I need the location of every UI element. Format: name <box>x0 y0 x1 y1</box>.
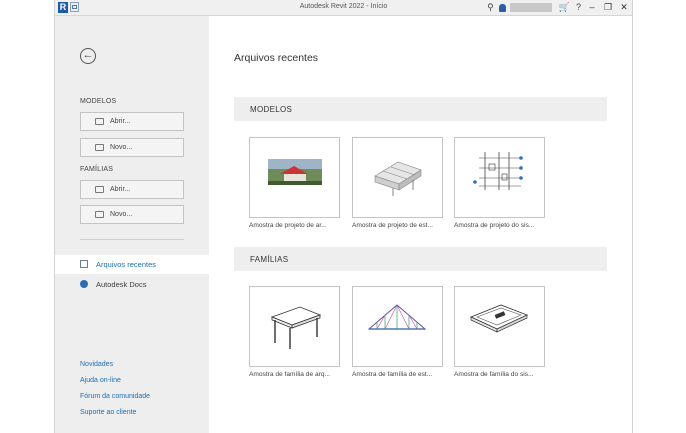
model-caption: Amostra de projeto do sis... <box>454 222 535 229</box>
page-title: Arquivos recentes <box>234 52 319 64</box>
nav-autodesk-docs[interactable]: Autodesk Docs <box>55 275 209 294</box>
families-band: FAMÍLIAS <box>234 247 607 271</box>
open-family-button[interactable]: Abrir... <box>80 180 184 199</box>
family-thumbnail <box>454 286 545 367</box>
model-thumbnail <box>249 137 340 218</box>
autodesk-docs-icon <box>80 280 88 288</box>
link-community-forum[interactable]: Fórum da comunidade <box>80 393 150 400</box>
new-model-label: Novo... <box>110 144 133 151</box>
sidebar: ← MODELOS Abrir... Novo... FAMÍLIAS Abri… <box>55 16 209 433</box>
title-bar: R Autodesk Revit 2022 - Início ⚲ 🛒 ? – ❐… <box>55 0 632 16</box>
user-name-redacted[interactable] <box>509 3 552 12</box>
folder-icon <box>95 144 104 151</box>
family-thumbnail <box>352 286 443 367</box>
family-thumbnail <box>249 286 340 367</box>
models-band-label: MODELOS <box>250 105 293 114</box>
folder-open-icon <box>95 186 104 193</box>
models-section-label: MODELOS <box>80 98 117 105</box>
families-band-label: FAMÍLIAS <box>250 255 289 264</box>
families-section-label: FAMÍLIAS <box>80 166 114 173</box>
folder-icon <box>95 211 104 218</box>
folder-open-icon <box>95 118 104 125</box>
help-icon[interactable]: ? <box>576 0 581 15</box>
new-model-button[interactable]: Novo... <box>80 138 184 157</box>
models-band: MODELOS <box>234 97 607 121</box>
open-family-label: Abrir... <box>110 186 131 193</box>
minimize-icon[interactable]: – <box>584 0 600 15</box>
model-thumbnail <box>352 137 443 218</box>
nav-recent-label: Arquivos recentes <box>96 260 157 269</box>
model-caption: Amostra de projeto de est... <box>352 222 433 229</box>
close-icon[interactable]: ✕ <box>616 0 632 15</box>
link-online-help[interactable]: Ajuda on-line <box>80 377 121 384</box>
family-caption: Amostra de família de est... <box>352 371 433 378</box>
open-model-label: Abrir... <box>110 118 131 125</box>
link-whats-new[interactable]: Novidades <box>80 361 113 368</box>
cart-icon[interactable]: 🛒 <box>559 0 570 15</box>
link-customer-support[interactable]: Suporte ao cliente <box>80 409 136 416</box>
back-arrow-icon[interactable]: ← <box>80 48 96 64</box>
nav-recent-files[interactable]: Arquivos recentes <box>55 255 209 274</box>
new-family-label: Novo... <box>110 211 133 218</box>
family-caption: Amostra de família do sis... <box>454 371 534 378</box>
new-family-button[interactable]: Novo... <box>80 205 184 224</box>
restore-icon[interactable]: ❐ <box>600 0 616 15</box>
user-icon[interactable] <box>498 3 506 12</box>
revit-window: R Autodesk Revit 2022 - Início ⚲ 🛒 ? – ❐… <box>55 0 632 433</box>
nav-docs-label: Autodesk Docs <box>96 280 147 289</box>
sidebar-divider <box>80 239 184 240</box>
model-thumbnail <box>454 137 545 218</box>
binoculars-icon[interactable]: ⚲ <box>487 0 494 15</box>
main-content: Arquivos recentes MODELOS Amostra de pro… <box>209 16 632 433</box>
open-model-button[interactable]: Abrir... <box>80 112 184 131</box>
model-caption: Amostra de projeto de ar... <box>249 222 327 229</box>
recent-files-icon <box>80 260 88 268</box>
family-caption: Amostra de família de arq... <box>249 371 330 378</box>
